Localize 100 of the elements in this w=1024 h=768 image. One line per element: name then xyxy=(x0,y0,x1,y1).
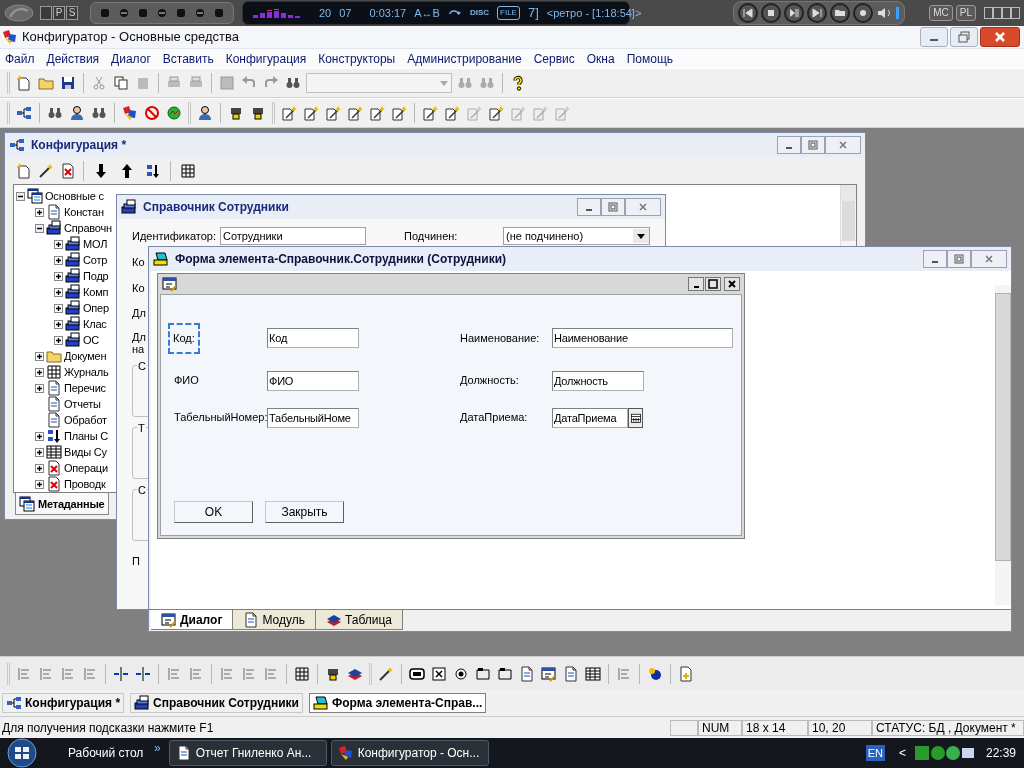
input-field[interactable]: Код xyxy=(267,328,359,349)
mode-button[interactable]: S xyxy=(66,6,78,20)
tree-item[interactable]: Докумен xyxy=(64,349,107,363)
expand-icon[interactable] xyxy=(35,463,44,473)
new-page-icon[interactable] xyxy=(16,162,32,179)
metadata-tab[interactable]: Метаданные xyxy=(15,493,109,516)
menu-item[interactable]: Конструкторы xyxy=(318,49,396,68)
person-icon[interactable] xyxy=(69,105,85,121)
close-button[interactable] xyxy=(980,27,1020,47)
window-tab[interactable]: Форма элемента-Справ... xyxy=(308,693,487,713)
ball-icon[interactable] xyxy=(647,665,663,682)
play-pause-icon[interactable] xyxy=(784,3,805,23)
page-icon[interactable] xyxy=(519,665,535,682)
menu-item[interactable]: Действия xyxy=(46,49,100,68)
mode-button[interactable]: P xyxy=(53,6,65,20)
page-wand-icon[interactable] xyxy=(281,105,297,121)
expand-icon[interactable] xyxy=(35,383,44,393)
tool-icon[interactable] xyxy=(228,105,244,121)
page-wand-icon[interactable] xyxy=(422,105,438,121)
wand-icon[interactable] xyxy=(378,665,394,682)
tree-item[interactable]: МОЛ xyxy=(83,237,108,251)
person-icon[interactable] xyxy=(197,105,213,121)
expand-icon[interactable] xyxy=(54,287,63,297)
previous-icon[interactable] xyxy=(738,3,759,23)
record-icon[interactable] xyxy=(853,3,874,23)
expand-icon[interactable] xyxy=(54,303,63,313)
frame-icon[interactable] xyxy=(475,665,491,682)
page-wand-icon[interactable] xyxy=(303,105,319,121)
tree-item[interactable]: Подр xyxy=(83,269,109,283)
minimize-button[interactable] xyxy=(920,27,948,47)
page-wand-icon[interactable] xyxy=(444,105,460,121)
close-button[interactable] xyxy=(724,277,740,291)
grid-icon[interactable] xyxy=(294,665,310,682)
tree-item[interactable]: Журналь xyxy=(64,365,109,379)
expand-icon[interactable] xyxy=(35,351,44,361)
button-control-icon[interactable] xyxy=(409,665,425,682)
new-page-icon[interactable] xyxy=(16,75,32,91)
page-wand-icon[interactable] xyxy=(369,105,385,121)
scrollbar[interactable] xyxy=(841,185,856,242)
radio-icon[interactable] xyxy=(453,665,469,682)
expand-icon[interactable] xyxy=(35,479,44,489)
player-control-icon[interactable] xyxy=(175,7,187,19)
tree-item[interactable]: Опер xyxy=(83,301,109,315)
tree-item[interactable]: Сотр xyxy=(83,253,108,267)
delete-page-icon[interactable] xyxy=(60,162,76,179)
sort-icon[interactable] xyxy=(145,162,161,179)
minimize-button[interactable] xyxy=(688,277,704,291)
search-combo-field[interactable] xyxy=(306,73,452,93)
player-control-icon[interactable] xyxy=(118,7,130,19)
tree-item[interactable]: Отчеты xyxy=(64,397,101,411)
page-wand-icon[interactable] xyxy=(488,105,504,121)
next-icon[interactable] xyxy=(807,3,828,23)
tree-item[interactable]: ОС xyxy=(83,333,100,347)
menu-item[interactable]: Сервис xyxy=(533,49,575,68)
tree-item[interactable]: Основные с xyxy=(45,189,104,203)
colorful-app-icon[interactable] xyxy=(122,105,138,121)
page-wand-icon[interactable] xyxy=(347,105,363,121)
binoculars-icon[interactable] xyxy=(285,75,301,91)
language-indicator[interactable]: EN xyxy=(865,745,885,761)
chart-circle-icon[interactable] xyxy=(166,105,182,121)
arrow-up-icon[interactable] xyxy=(119,162,135,179)
minimize-button[interactable] xyxy=(577,198,601,216)
maximize-button[interactable] xyxy=(705,277,721,291)
volume-icon[interactable] xyxy=(876,6,901,20)
clipboard-icon[interactable] xyxy=(135,75,151,91)
window-controls-icon[interactable] xyxy=(984,7,1020,19)
tree-item[interactable]: Обработ xyxy=(64,413,107,427)
taskbar-button[interactable]: Конфигуратор - Осн... xyxy=(330,740,489,766)
player-mode-button[interactable]: PL xyxy=(955,5,976,21)
tree-item[interactable]: Перечис xyxy=(64,381,106,395)
stop-icon[interactable] xyxy=(761,3,782,23)
page-wand-icon[interactable] xyxy=(391,105,407,121)
expand-icon[interactable] xyxy=(54,319,63,329)
open-folder-icon[interactable] xyxy=(830,3,851,23)
expand-icon[interactable] xyxy=(35,431,44,441)
scrollbar[interactable] xyxy=(995,285,1011,605)
parent-dropdown[interactable]: (не подчинено) xyxy=(503,227,650,245)
frame-icon[interactable] xyxy=(497,665,513,682)
form-edit-icon[interactable] xyxy=(541,665,557,682)
tree-item[interactable]: Планы С xyxy=(64,429,109,443)
tray-chevron[interactable]: < xyxy=(898,744,906,762)
ab-repeat-label[interactable]: A↔B xyxy=(414,4,440,22)
menu-item[interactable]: Конфигурация xyxy=(225,49,307,68)
input-field[interactable]: Должность xyxy=(552,370,644,391)
tool-icon[interactable] xyxy=(250,105,266,121)
input-field[interactable]: ДатаПриема xyxy=(552,407,628,428)
expand-icon[interactable] xyxy=(54,335,63,345)
editor-tab[interactable]: Таблица xyxy=(315,610,403,630)
tree-item[interactable]: Клас xyxy=(83,317,107,331)
tray-icons-drawing[interactable] xyxy=(913,745,974,761)
toolbar-label[interactable]: Рабочий стол xyxy=(68,744,150,762)
expand-icon[interactable] xyxy=(35,367,44,377)
prohibited-icon[interactable] xyxy=(144,105,160,121)
window-tab[interactable]: Справочник Сотрудники xyxy=(130,693,303,713)
expand-icon[interactable] xyxy=(35,447,44,457)
dialog-button[interactable]: Закрыть xyxy=(265,501,344,523)
identifier-field[interactable]: Сотрудники xyxy=(220,227,366,245)
minimize-button[interactable] xyxy=(777,135,801,154)
chevron-button[interactable]: » xyxy=(154,739,161,757)
center-arrows-icon[interactable] xyxy=(135,665,151,682)
